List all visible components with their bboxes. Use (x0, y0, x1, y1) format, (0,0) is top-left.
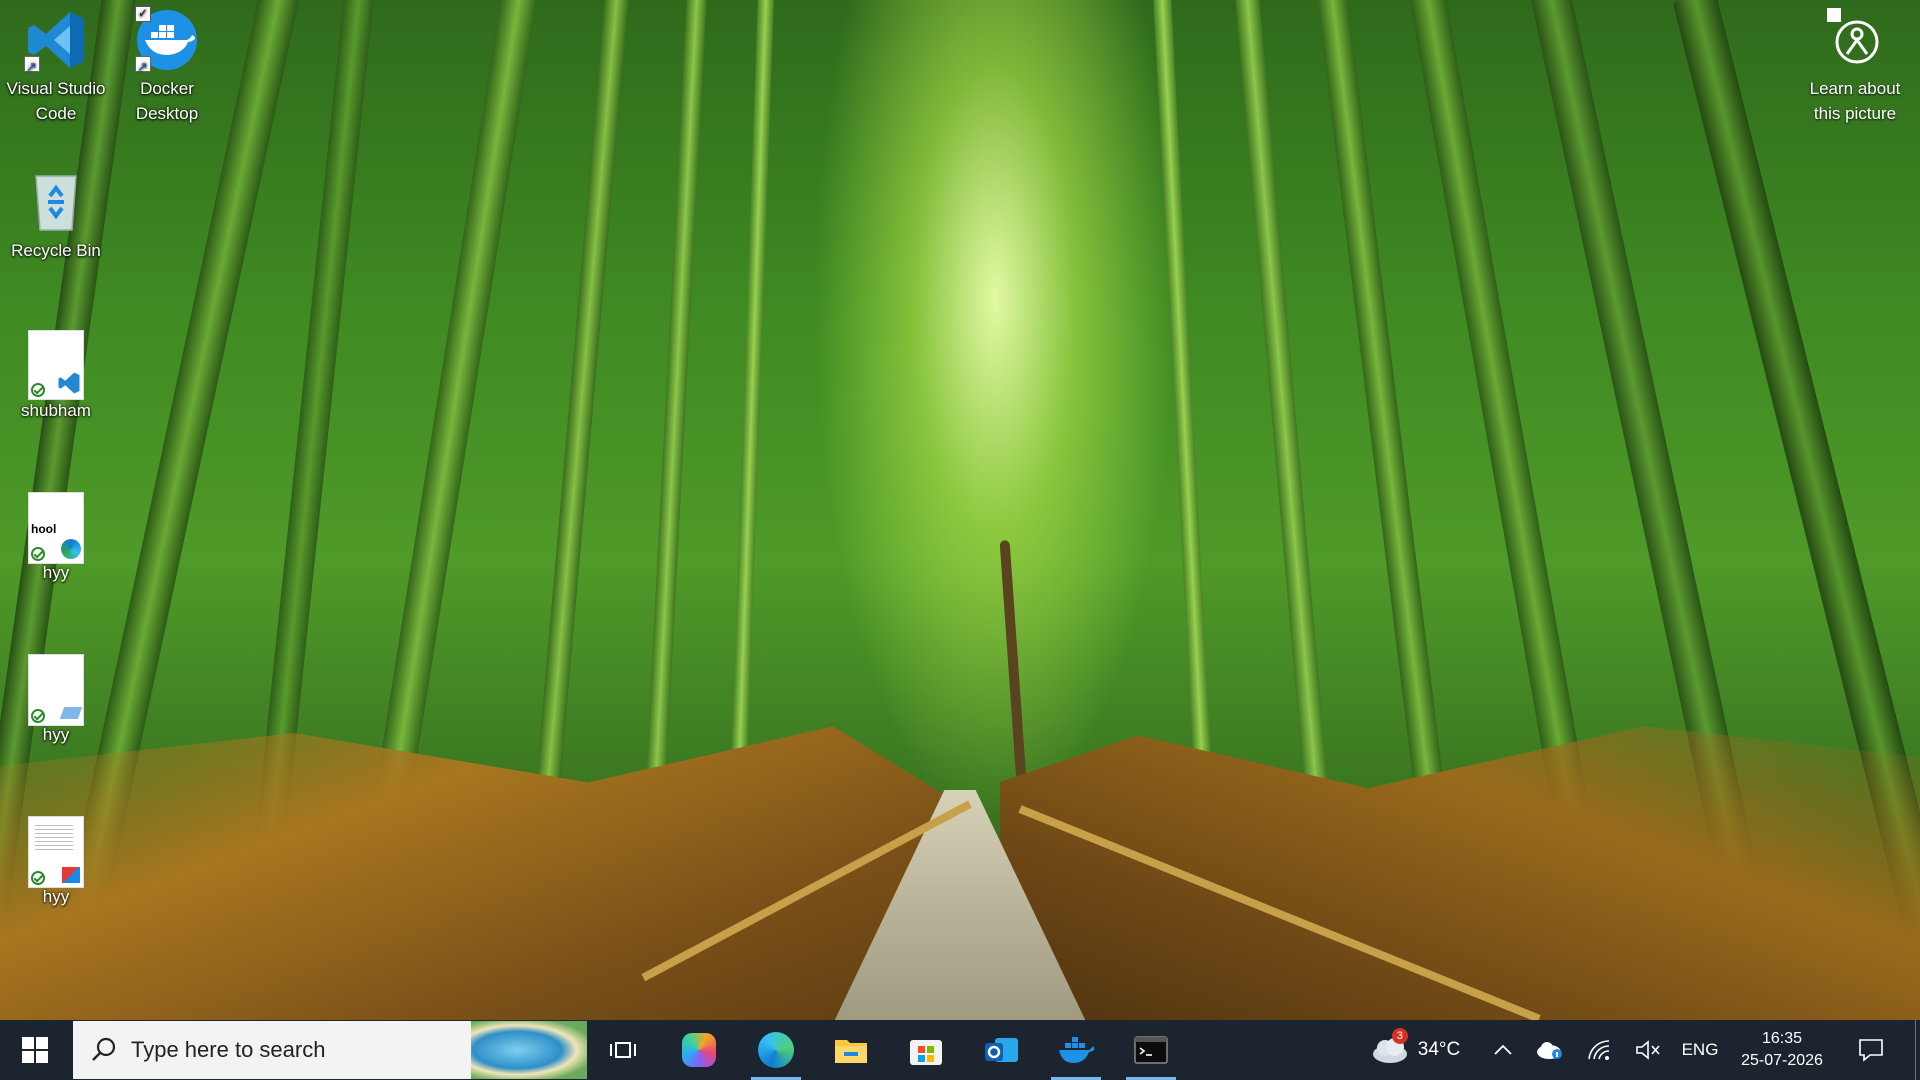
paint-icon (62, 867, 80, 883)
icon-label: Visual Studio (6, 79, 106, 98)
weather-temperature: 34°C (1417, 1039, 1461, 1060)
document-edge-icon: hool (24, 492, 88, 564)
outlook-icon (985, 1038, 1018, 1062)
search-highlight-image (471, 1021, 587, 1079)
checkbox-icon: ✓ (135, 6, 151, 22)
show-desktop-divider (1914, 1020, 1916, 1080)
weather-alert-badge: 3 (1391, 1028, 1408, 1044)
taskbar: Type here to search 3 34°C ENG 16:35 25-… (0, 1020, 1920, 1080)
edge-icon (758, 1032, 794, 1068)
notifications-button[interactable] (1846, 1020, 1896, 1080)
icon-label: Recycle Bin (11, 241, 101, 260)
shortcut-arrow-icon (24, 54, 40, 79)
file-explorer-icon (835, 1040, 867, 1063)
show-desktop-button[interactable] (1910, 1020, 1920, 1080)
sync-check-icon (31, 547, 45, 561)
notification-icon (1859, 1039, 1883, 1062)
notepad-icon (59, 707, 83, 719)
start-button[interactable] (0, 1020, 70, 1080)
icon-label: Code (35, 104, 77, 123)
docker-icon: ✓ (135, 6, 199, 79)
terminal-icon (1134, 1036, 1168, 1064)
shortcut-arrow-icon (135, 54, 151, 79)
desktop-icon-recycle-bin[interactable]: Recycle Bin (6, 170, 106, 263)
learn-label: this picture (1813, 104, 1897, 123)
icon-label: shubham (21, 401, 91, 420)
desktop-icon-hyy-2[interactable]: hyy (6, 654, 106, 747)
terminal-button[interactable] (1120, 1020, 1182, 1080)
chevron-up-icon (1494, 1044, 1512, 1055)
search-icon (92, 1037, 116, 1061)
network-button[interactable] (1582, 1020, 1618, 1080)
weather-cloud-icon: 3 (1370, 1028, 1410, 1064)
icon-label: Docker (140, 79, 194, 98)
icon-label: Desktop (135, 104, 199, 123)
docker-button[interactable] (1045, 1020, 1107, 1080)
desktop-icon-shubham[interactable]: shubham (6, 330, 106, 423)
docker-icon (1059, 1037, 1095, 1063)
clock[interactable]: 16:35 25-07-2026 (1720, 1020, 1844, 1080)
desktop-icon-hyy-3[interactable]: hyy (6, 816, 106, 909)
microsoft-store-icon (910, 1040, 942, 1065)
search-input[interactable]: Type here to search (131, 1021, 491, 1079)
clock-time: 16:35 (1761, 1030, 1803, 1047)
edge-button[interactable] (745, 1020, 807, 1080)
desktop-icon-hyy-1[interactable]: hool hyy (6, 492, 106, 585)
sync-check-icon (31, 383, 45, 397)
document-vscode-icon (24, 330, 88, 400)
show-hidden-icons-button[interactable] (1488, 1020, 1518, 1080)
onedrive-button[interactable] (1532, 1020, 1568, 1080)
input-language-button[interactable]: ENG (1676, 1020, 1724, 1080)
thumbnail-lines (35, 825, 73, 851)
clock-date: 25-07-2026 (1741, 1052, 1823, 1069)
volume-muted-icon (1636, 1040, 1660, 1060)
edge-icon (61, 539, 81, 559)
onedrive-cloud-icon (1537, 1042, 1562, 1059)
sync-check-icon (31, 871, 45, 885)
language-indicator: ENG (1681, 1040, 1719, 1059)
recycle-bin-icon (24, 170, 88, 234)
document-paint-icon (24, 816, 88, 888)
learn-about-this-picture[interactable]: Learn about this picture (1795, 6, 1915, 126)
task-view-button[interactable] (592, 1020, 654, 1080)
thumbnail-text: hool (31, 522, 57, 536)
wifi-icon (1588, 1040, 1610, 1060)
volume-button[interactable] (1630, 1020, 1666, 1080)
windows-logo-icon (22, 1037, 48, 1063)
microsoft-store-button[interactable] (895, 1020, 957, 1080)
document-icon (24, 654, 88, 726)
checkbox-icon (1827, 8, 1841, 22)
search-box[interactable]: Type here to search (73, 1021, 587, 1079)
file-explorer-button[interactable] (820, 1020, 882, 1080)
task-view-icon (610, 1042, 636, 1058)
outlook-button[interactable] (970, 1020, 1032, 1080)
learn-label: Learn about (1809, 79, 1901, 98)
camera-info-icon (1823, 6, 1887, 70)
copilot-icon (682, 1033, 716, 1067)
copilot-button[interactable] (668, 1020, 730, 1080)
desktop-wallpaper (0, 0, 1920, 1020)
desktop-icon-docker[interactable]: ✓ Docker Desktop (117, 6, 217, 126)
desktop-icon-vscode[interactable]: Visual Studio Code (6, 8, 106, 126)
sync-check-icon (31, 709, 45, 723)
weather-widget[interactable]: 3 34°C (1352, 1020, 1478, 1080)
vscode-icon (24, 8, 88, 79)
